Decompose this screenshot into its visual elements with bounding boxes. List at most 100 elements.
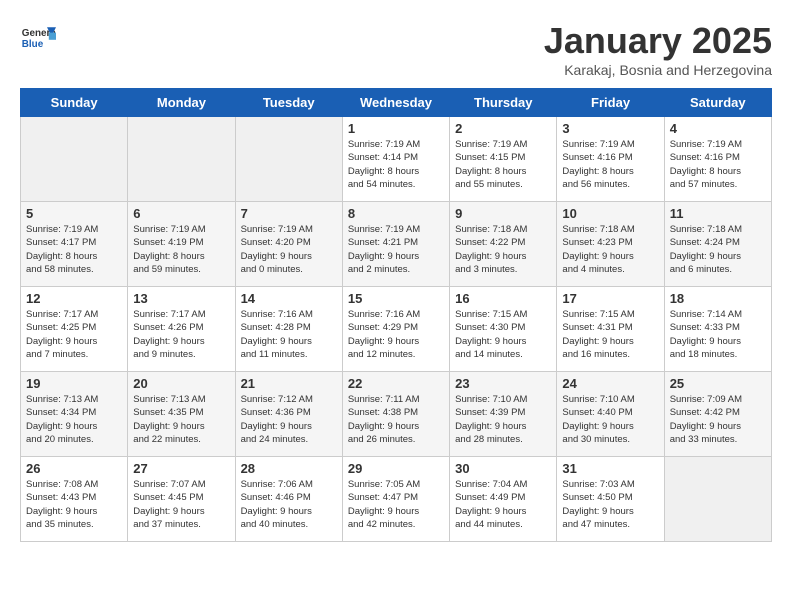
empty-cell bbox=[664, 457, 771, 542]
day-info: Sunrise: 7:04 AM Sunset: 4:49 PM Dayligh… bbox=[455, 478, 551, 531]
day-number: 2 bbox=[455, 121, 551, 136]
day-cell-21: 21 Sunrise: 7:12 AM Sunset: 4:36 PM Dayli… bbox=[235, 372, 342, 457]
week-row-5: 26 Sunrise: 7:08 AM Sunset: 4:43 PM Dayli… bbox=[21, 457, 772, 542]
day-info: Sunrise: 7:13 AM Sunset: 4:35 PM Dayligh… bbox=[133, 393, 229, 446]
header-monday: Monday bbox=[128, 89, 235, 117]
day-number: 17 bbox=[562, 291, 658, 306]
day-info: Sunrise: 7:03 AM Sunset: 4:50 PM Dayligh… bbox=[562, 478, 658, 531]
header-tuesday: Tuesday bbox=[235, 89, 342, 117]
day-info: Sunrise: 7:18 AM Sunset: 4:22 PM Dayligh… bbox=[455, 223, 551, 276]
day-number: 29 bbox=[348, 461, 444, 476]
empty-cell bbox=[235, 117, 342, 202]
day-number: 31 bbox=[562, 461, 658, 476]
day-cell-9: 9 Sunrise: 7:18 AM Sunset: 4:22 PM Daylig… bbox=[450, 202, 557, 287]
day-number: 27 bbox=[133, 461, 229, 476]
day-cell-31: 31 Sunrise: 7:03 AM Sunset: 4:50 PM Dayli… bbox=[557, 457, 664, 542]
day-info: Sunrise: 7:11 AM Sunset: 4:38 PM Dayligh… bbox=[348, 393, 444, 446]
page-header: General Blue January 2025 Karakaj, Bosni… bbox=[20, 20, 772, 78]
day-cell-25: 25 Sunrise: 7:09 AM Sunset: 4:42 PM Dayli… bbox=[664, 372, 771, 457]
header-wednesday: Wednesday bbox=[342, 89, 449, 117]
day-info: Sunrise: 7:16 AM Sunset: 4:28 PM Dayligh… bbox=[241, 308, 337, 361]
day-info: Sunrise: 7:10 AM Sunset: 4:40 PM Dayligh… bbox=[562, 393, 658, 446]
day-info: Sunrise: 7:14 AM Sunset: 4:33 PM Dayligh… bbox=[670, 308, 766, 361]
day-info: Sunrise: 7:19 AM Sunset: 4:21 PM Dayligh… bbox=[348, 223, 444, 276]
day-number: 13 bbox=[133, 291, 229, 306]
day-cell-29: 29 Sunrise: 7:05 AM Sunset: 4:47 PM Dayli… bbox=[342, 457, 449, 542]
day-number: 23 bbox=[455, 376, 551, 391]
day-number: 28 bbox=[241, 461, 337, 476]
day-number: 9 bbox=[455, 206, 551, 221]
day-cell-3: 3 Sunrise: 7:19 AM Sunset: 4:16 PM Daylig… bbox=[557, 117, 664, 202]
day-info: Sunrise: 7:09 AM Sunset: 4:42 PM Dayligh… bbox=[670, 393, 766, 446]
day-info: Sunrise: 7:17 AM Sunset: 4:25 PM Dayligh… bbox=[26, 308, 122, 361]
day-info: Sunrise: 7:19 AM Sunset: 4:16 PM Dayligh… bbox=[670, 138, 766, 191]
day-number: 25 bbox=[670, 376, 766, 391]
day-number: 8 bbox=[348, 206, 444, 221]
day-cell-24: 24 Sunrise: 7:10 AM Sunset: 4:40 PM Dayli… bbox=[557, 372, 664, 457]
day-number: 5 bbox=[26, 206, 122, 221]
day-cell-30: 30 Sunrise: 7:04 AM Sunset: 4:49 PM Dayli… bbox=[450, 457, 557, 542]
logo: General Blue bbox=[20, 20, 56, 56]
day-number: 7 bbox=[241, 206, 337, 221]
day-number: 14 bbox=[241, 291, 337, 306]
day-info: Sunrise: 7:12 AM Sunset: 4:36 PM Dayligh… bbox=[241, 393, 337, 446]
header-saturday: Saturday bbox=[664, 89, 771, 117]
day-cell-1: 1 Sunrise: 7:19 AM Sunset: 4:14 PM Daylig… bbox=[342, 117, 449, 202]
calendar-title: January 2025 bbox=[544, 20, 772, 62]
day-number: 1 bbox=[348, 121, 444, 136]
day-number: 22 bbox=[348, 376, 444, 391]
header-sunday: Sunday bbox=[21, 89, 128, 117]
day-info: Sunrise: 7:18 AM Sunset: 4:24 PM Dayligh… bbox=[670, 223, 766, 276]
logo-icon: General Blue bbox=[20, 20, 56, 56]
day-cell-14: 14 Sunrise: 7:16 AM Sunset: 4:28 PM Dayli… bbox=[235, 287, 342, 372]
day-info: Sunrise: 7:05 AM Sunset: 4:47 PM Dayligh… bbox=[348, 478, 444, 531]
day-cell-13: 13 Sunrise: 7:17 AM Sunset: 4:26 PM Dayli… bbox=[128, 287, 235, 372]
empty-cell bbox=[21, 117, 128, 202]
day-cell-28: 28Sunrise: 7:06 AM Sunset: 4:46 PM Dayli… bbox=[235, 457, 342, 542]
day-cell-26: 26 Sunrise: 7:08 AM Sunset: 4:43 PM Dayli… bbox=[21, 457, 128, 542]
day-number: 21 bbox=[241, 376, 337, 391]
header-thursday: Thursday bbox=[450, 89, 557, 117]
day-cell-17: 17Sunrise: 7:15 AM Sunset: 4:31 PM Dayli… bbox=[557, 287, 664, 372]
day-cell-22: 22 Sunrise: 7:11 AM Sunset: 4:38 PM Dayli… bbox=[342, 372, 449, 457]
calendar-subtitle: Karakaj, Bosnia and Herzegovina bbox=[544, 62, 772, 78]
day-info: Sunrise: 7:10 AM Sunset: 4:39 PM Dayligh… bbox=[455, 393, 551, 446]
day-cell-7: 7 Sunrise: 7:19 AM Sunset: 4:20 PM Daylig… bbox=[235, 202, 342, 287]
svg-text:Blue: Blue bbox=[22, 39, 44, 50]
day-number: 26 bbox=[26, 461, 122, 476]
week-row-3: 12 Sunrise: 7:17 AM Sunset: 4:25 PM Dayli… bbox=[21, 287, 772, 372]
day-number: 3 bbox=[562, 121, 658, 136]
day-cell-18: 18Sunrise: 7:14 AM Sunset: 4:33 PM Dayli… bbox=[664, 287, 771, 372]
day-cell-8: 8 Sunrise: 7:19 AM Sunset: 4:21 PM Daylig… bbox=[342, 202, 449, 287]
day-info: Sunrise: 7:13 AM Sunset: 4:34 PM Dayligh… bbox=[26, 393, 122, 446]
day-info: Sunrise: 7:08 AM Sunset: 4:43 PM Dayligh… bbox=[26, 478, 122, 531]
day-number: 12 bbox=[26, 291, 122, 306]
day-info: Sunrise: 7:19 AM Sunset: 4:20 PM Dayligh… bbox=[241, 223, 337, 276]
day-info: Sunrise: 7:19 AM Sunset: 4:16 PM Dayligh… bbox=[562, 138, 658, 191]
week-row-2: 5Sunrise: 7:19 AM Sunset: 4:17 PM Daylig… bbox=[21, 202, 772, 287]
day-info: Sunrise: 7:19 AM Sunset: 4:14 PM Dayligh… bbox=[348, 138, 444, 191]
day-number: 24 bbox=[562, 376, 658, 391]
day-number: 6 bbox=[133, 206, 229, 221]
day-cell-27: 27 Sunrise: 7:07 AM Sunset: 4:45 PM Dayli… bbox=[128, 457, 235, 542]
day-cell-2: 2 Sunrise: 7:19 AM Sunset: 4:15 PM Daylig… bbox=[450, 117, 557, 202]
week-row-1: 1 Sunrise: 7:19 AM Sunset: 4:14 PM Daylig… bbox=[21, 117, 772, 202]
header-friday: Friday bbox=[557, 89, 664, 117]
day-info: Sunrise: 7:16 AM Sunset: 4:29 PM Dayligh… bbox=[348, 308, 444, 361]
day-info: Sunrise: 7:07 AM Sunset: 4:45 PM Dayligh… bbox=[133, 478, 229, 531]
day-info: Sunrise: 7:17 AM Sunset: 4:26 PM Dayligh… bbox=[133, 308, 229, 361]
day-cell-10: 10 Sunrise: 7:18 AM Sunset: 4:23 PM Dayli… bbox=[557, 202, 664, 287]
week-row-4: 19Sunrise: 7:13 AM Sunset: 4:34 PM Dayli… bbox=[21, 372, 772, 457]
calendar-header-row: SundayMondayTuesdayWednesdayThursdayFrid… bbox=[21, 89, 772, 117]
day-cell-4: 4Sunrise: 7:19 AM Sunset: 4:16 PM Daylig… bbox=[664, 117, 771, 202]
day-number: 11 bbox=[670, 206, 766, 221]
day-cell-23: 23 Sunrise: 7:10 AM Sunset: 4:39 PM Dayli… bbox=[450, 372, 557, 457]
day-info: Sunrise: 7:18 AM Sunset: 4:23 PM Dayligh… bbox=[562, 223, 658, 276]
day-cell-6: 6Sunrise: 7:19 AM Sunset: 4:19 PM Daylig… bbox=[128, 202, 235, 287]
day-info: Sunrise: 7:19 AM Sunset: 4:15 PM Dayligh… bbox=[455, 138, 551, 191]
day-cell-5: 5Sunrise: 7:19 AM Sunset: 4:17 PM Daylig… bbox=[21, 202, 128, 287]
day-cell-19: 19Sunrise: 7:13 AM Sunset: 4:34 PM Dayli… bbox=[21, 372, 128, 457]
day-number: 10 bbox=[562, 206, 658, 221]
day-cell-15: 15Sunrise: 7:16 AM Sunset: 4:29 PM Dayli… bbox=[342, 287, 449, 372]
day-number: 30 bbox=[455, 461, 551, 476]
